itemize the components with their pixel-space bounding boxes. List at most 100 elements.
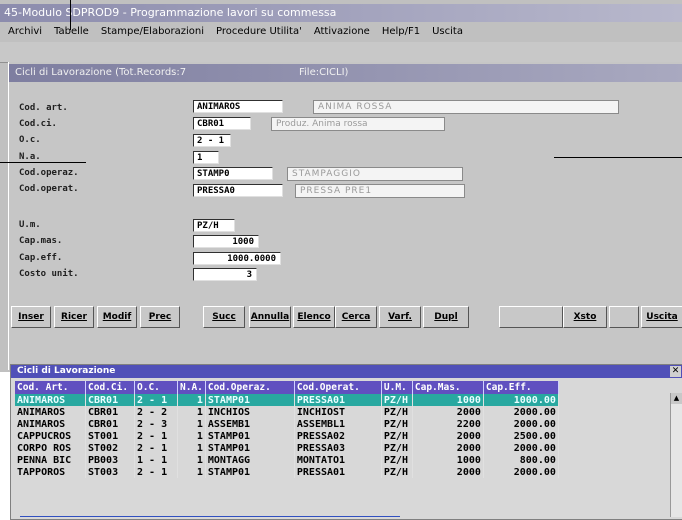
table-row[interactable]: ANIMAROS CBR01 2 - 2 1 INCHIOS INCHIOST PZ/H 20… bbox=[15, 406, 559, 418]
cap-eff-field[interactable]: 1000.0000 bbox=[193, 252, 281, 265]
table-cell: 2 - 1 bbox=[134, 442, 178, 454]
table-cell: ASSEMBL1 bbox=[294, 418, 382, 430]
col-um[interactable]: U.M. bbox=[381, 381, 413, 394]
cod-art-description: ANIMA ROSSA bbox=[313, 100, 619, 114]
table-row[interactable]: ANIMAROS CBR01 2 - 3 1 ASSEMB1 ASSEMBL1 PZ/H 22… bbox=[15, 418, 559, 430]
next-button[interactable]: Succ bbox=[203, 306, 245, 328]
previous-button[interactable]: Prec bbox=[140, 306, 180, 328]
table-cell: INCHIOST bbox=[294, 406, 382, 418]
label-cap-eff: Cap.eff. bbox=[19, 253, 63, 263]
col-cod-operat[interactable]: Cod.Operat. bbox=[294, 381, 382, 394]
cod-art-field[interactable]: ANIMAROS bbox=[193, 100, 283, 113]
table-cell: 2 - 1 bbox=[134, 466, 178, 478]
table-cell: CAPPUCROS bbox=[15, 430, 86, 442]
search-button[interactable]: Ricer bbox=[54, 306, 94, 328]
list-button[interactable]: Elenco bbox=[293, 306, 335, 328]
label-cod-operat: Cod.operat. bbox=[19, 184, 79, 194]
duplicate-button[interactable]: Dupl bbox=[423, 306, 469, 328]
table-cell: PRESSA02 bbox=[294, 430, 382, 442]
blank-button-1[interactable] bbox=[499, 306, 563, 328]
table-cell: 1 bbox=[177, 442, 206, 454]
cap-mas-field[interactable]: 1000 bbox=[193, 235, 259, 248]
table-row[interactable]: ANIMAROS CBR01 2 - 1 1 STAMP01 PRESSA01 PZ/H 10… bbox=[15, 394, 559, 406]
annotation-line bbox=[70, 0, 71, 30]
modify-button[interactable]: Modif bbox=[97, 306, 137, 328]
label-cod-art: Cod. art. bbox=[19, 103, 68, 113]
table-cell: 2000.00 bbox=[483, 406, 559, 418]
oc-field[interactable]: 2 - 1 bbox=[193, 134, 231, 147]
verify-button[interactable]: Varf. bbox=[379, 306, 421, 328]
table-cell: ANIMAROS bbox=[15, 406, 86, 418]
application-window: 45-Modulo SDPROD9 - Programmazione lavor… bbox=[0, 0, 682, 372]
table-cell: 2 - 2 bbox=[134, 406, 178, 418]
table-row[interactable]: CORPO ROS ST002 2 - 1 1 STAMP01 PRESSA03 PZ/H 2… bbox=[15, 442, 559, 454]
grid-header-row: Cod. Art. Cod.Ci. O.C. N.A. Cod.Operaz. … bbox=[15, 381, 559, 394]
cod-ci-description: Produz. Anima rossa bbox=[271, 117, 445, 131]
table-cell: ST003 bbox=[85, 466, 135, 478]
table-cell: STAMP01 bbox=[205, 430, 295, 442]
table-cell: 2 - 3 bbox=[134, 418, 178, 430]
table-cell: 2 - 1 bbox=[134, 430, 178, 442]
cod-operaz-field[interactable]: STAMP0 bbox=[193, 167, 273, 180]
annotation-line bbox=[20, 516, 400, 517]
form-title-bar: Cicli di Lavorazione (Tot.Records:7 File… bbox=[9, 64, 682, 82]
col-cod-operaz[interactable]: Cod.Operaz. bbox=[205, 381, 295, 394]
table-cell: 2 - 1 bbox=[134, 394, 178, 406]
history-button[interactable]: Xsto bbox=[563, 306, 607, 328]
table-cell: 1 bbox=[177, 430, 206, 442]
table-row[interactable]: PENNA BIC PB003 1 - 1 1 MONTAGG MONTATO1 PZ/H 1… bbox=[15, 454, 559, 466]
form-file-label: File:CICLI) bbox=[299, 67, 349, 78]
table-cell: PZ/H bbox=[381, 442, 413, 454]
cod-operat-field[interactable]: PRESSA0 bbox=[193, 184, 283, 197]
menu-uscita[interactable]: Uscita bbox=[432, 23, 463, 41]
table-cell: MONTATO1 bbox=[294, 454, 382, 466]
table-cell: 2500.00 bbox=[483, 430, 559, 442]
na-field[interactable]: 1 bbox=[193, 151, 219, 164]
table-cell: CORPO ROS bbox=[15, 442, 86, 454]
table-cell: 2000.00 bbox=[483, 442, 559, 454]
menu-stampe[interactable]: Stampe/Elaborazioni bbox=[101, 23, 204, 41]
scroll-up-icon[interactable]: ▲ bbox=[671, 393, 682, 404]
label-cap-mas: Cap.mas. bbox=[19, 236, 63, 246]
menu-procedure[interactable]: Procedure Utilita' bbox=[216, 23, 302, 41]
menu-archivi[interactable]: Archivi bbox=[8, 23, 42, 41]
menu-bar: Archivi Tabelle Stampe/Elaborazioni Proc… bbox=[0, 23, 682, 41]
vertical-scrollbar[interactable]: ▲ bbox=[670, 393, 682, 517]
table-row[interactable]: CAPPUCROS ST001 2 - 1 1 STAMP01 PRESSA02 PZ/H 2… bbox=[15, 430, 559, 442]
find-button[interactable]: Cerca bbox=[335, 306, 377, 328]
cancel-button[interactable]: Annulla bbox=[249, 306, 291, 328]
table-cell: 2000 bbox=[412, 466, 484, 478]
label-um: U.m. bbox=[19, 220, 41, 230]
close-icon[interactable]: ✕ bbox=[670, 366, 681, 377]
table-cell: STAMP01 bbox=[205, 394, 295, 406]
um-field[interactable]: PZ/H bbox=[193, 219, 235, 232]
table-cell: PZ/H bbox=[381, 454, 413, 466]
table-cell: CBR01 bbox=[85, 406, 135, 418]
menu-help[interactable]: Help/F1 bbox=[382, 23, 420, 41]
col-cap-mas[interactable]: Cap.Mas. bbox=[412, 381, 484, 394]
grid-title: Cicli di Lavorazione bbox=[11, 365, 682, 378]
menu-tabelle[interactable]: Tabelle bbox=[54, 23, 89, 41]
col-cod-art[interactable]: Cod. Art. bbox=[15, 381, 86, 394]
col-oc[interactable]: O.C. bbox=[134, 381, 178, 394]
table-cell: 2000 bbox=[412, 406, 484, 418]
table-cell: CBR01 bbox=[85, 418, 135, 430]
table-cell: STAMP01 bbox=[205, 442, 295, 454]
table-cell: STAMP01 bbox=[205, 466, 295, 478]
table-cell: 1 bbox=[177, 466, 206, 478]
col-cap-eff[interactable]: Cap.Eff. bbox=[483, 381, 559, 394]
table-cell: PZ/H bbox=[381, 466, 413, 478]
table-cell: CBR01 bbox=[85, 394, 135, 406]
exit-button[interactable]: Uscita bbox=[641, 306, 682, 328]
annotation-line bbox=[0, 162, 86, 163]
cod-ci-field[interactable]: CBR01 bbox=[193, 117, 251, 130]
col-na[interactable]: N.A. bbox=[177, 381, 206, 394]
table-cell: PRESSA01 bbox=[294, 394, 382, 406]
table-row[interactable]: TAPPOROS ST003 2 - 1 1 STAMP01 PRESSA01 PZ/H 20… bbox=[15, 466, 559, 478]
form-window: Cicli di Lavorazione (Tot.Records:7 File… bbox=[8, 62, 682, 370]
menu-attivazione[interactable]: Attivazione bbox=[314, 23, 370, 41]
blank-button-2[interactable] bbox=[609, 306, 639, 328]
col-cod-ci[interactable]: Cod.Ci. bbox=[85, 381, 135, 394]
insert-button[interactable]: Inser bbox=[11, 306, 51, 328]
costo-unit-field[interactable]: 3 bbox=[193, 268, 257, 281]
